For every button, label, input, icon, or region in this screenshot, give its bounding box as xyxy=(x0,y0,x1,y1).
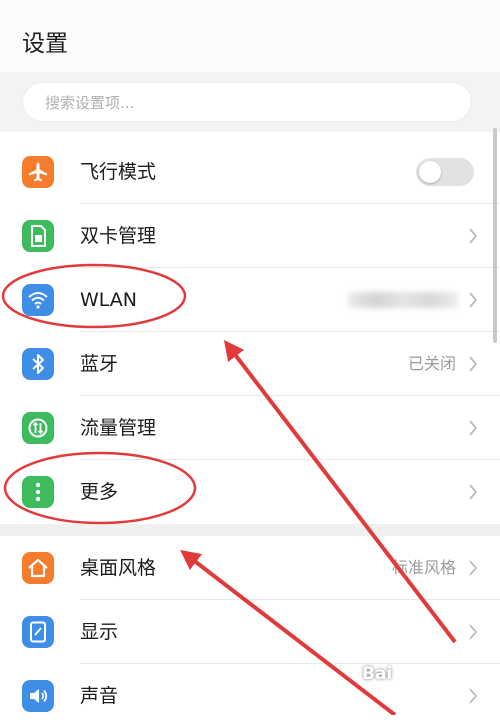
wifi-icon xyxy=(22,284,54,316)
settings-item-label: 飞行模式 xyxy=(80,161,157,183)
app-header: 设置 xyxy=(0,0,500,72)
data-usage-icon xyxy=(22,412,54,444)
search-input[interactable] xyxy=(45,92,425,114)
settings-item-label: 声音 xyxy=(80,685,119,707)
settings-item-bluetooth[interactable]: 蓝牙 已关闭 xyxy=(0,332,500,396)
chevron-right-icon xyxy=(469,356,478,372)
settings-item-more[interactable]: 更多 xyxy=(0,460,500,524)
home-style-value: 标准风格 xyxy=(391,558,456,577)
home-icon xyxy=(22,552,54,584)
sound-icon xyxy=(22,680,54,712)
section-gap xyxy=(0,524,500,536)
settings-item-label: 双卡管理 xyxy=(80,225,157,247)
settings-item-label: 显示 xyxy=(80,621,119,643)
settings-item-airplane-mode[interactable]: 飞行模式 xyxy=(0,140,500,204)
settings-item-label: WLAN xyxy=(80,289,138,311)
display-icon xyxy=(22,616,54,648)
settings-item-label: 更多 xyxy=(80,481,119,503)
settings-item-data-usage[interactable]: 流量管理 xyxy=(0,396,500,460)
search-box[interactable] xyxy=(22,82,472,122)
settings-item-wlan[interactable]: WLAN xyxy=(0,268,500,332)
toggle-knob xyxy=(419,161,441,183)
more-icon xyxy=(22,476,54,508)
chevron-right-icon xyxy=(469,228,478,244)
sim-card-icon xyxy=(22,220,54,252)
watermark: Bai xyxy=(362,664,393,684)
settings-item-sound[interactable]: 声音 xyxy=(0,664,500,728)
chevron-right-icon xyxy=(469,420,478,436)
redacted-network-name xyxy=(348,292,458,308)
chevron-right-icon xyxy=(469,560,478,576)
page-title: 设置 xyxy=(22,31,68,57)
search-section xyxy=(0,72,500,132)
settings-item-display[interactable]: 显示 xyxy=(0,600,500,664)
settings-item-home-screen-style[interactable]: 桌面风格 标准风格 xyxy=(0,536,500,600)
chevron-right-icon xyxy=(469,484,478,500)
settings-item-dual-sim[interactable]: 双卡管理 xyxy=(0,204,500,268)
settings-item-label: 桌面风格 xyxy=(80,557,157,579)
bluetooth-status: 已关闭 xyxy=(407,354,456,373)
settings-item-label: 流量管理 xyxy=(80,417,157,439)
airplane-mode-toggle[interactable] xyxy=(416,158,474,186)
scrollbar[interactable] xyxy=(493,128,497,343)
chevron-right-icon xyxy=(469,688,478,704)
airplane-icon xyxy=(22,156,54,188)
bluetooth-icon xyxy=(22,348,54,380)
settings-item-label: 蓝牙 xyxy=(80,353,119,375)
chevron-right-icon xyxy=(469,292,478,308)
chevron-right-icon xyxy=(469,624,478,640)
